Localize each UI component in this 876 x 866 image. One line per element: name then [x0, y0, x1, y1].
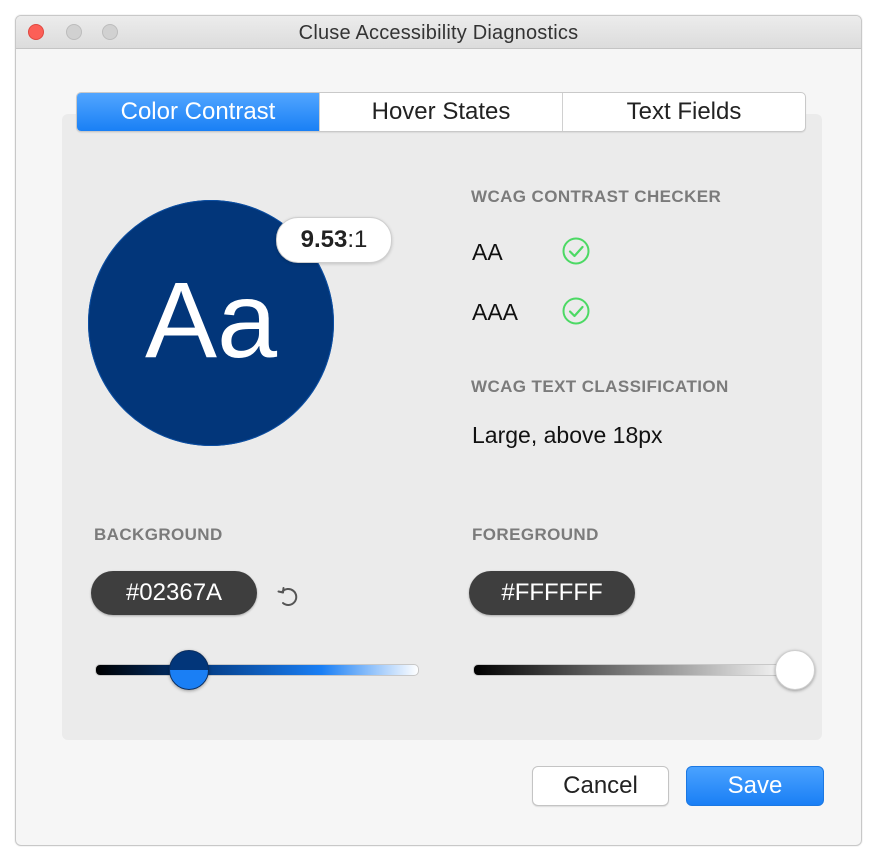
- contrast-ratio-badge: 9.53:1: [276, 217, 392, 263]
- contrast-ratio-suffix: :1: [347, 226, 368, 253]
- undo-icon[interactable]: [274, 583, 300, 609]
- level-aa-label: AA: [472, 239, 503, 265]
- background-color-slider-track[interactable]: [95, 664, 419, 676]
- title-bar: Cluse Accessibility Diagnostics: [16, 16, 861, 49]
- tab-color-contrast[interactable]: Color Contrast: [77, 93, 319, 131]
- background-hex-field[interactable]: #02367A: [91, 571, 257, 615]
- check-circle-icon: [562, 297, 590, 325]
- foreground-color-slider-track[interactable]: [473, 664, 797, 676]
- text-classification-value: Large, above 18px: [472, 422, 663, 448]
- cancel-button[interactable]: Cancel: [532, 766, 669, 806]
- level-aaa-label: AAA: [472, 299, 519, 325]
- tab-bar: Color Contrast Hover States Text Fields: [76, 92, 806, 132]
- contrast-ratio-value: 9.53: [300, 226, 348, 253]
- save-button[interactable]: Save: [686, 766, 824, 806]
- sample-text: Aa: [144, 259, 278, 380]
- check-circle-icon: [562, 237, 590, 265]
- wcag-checker-label: WCAG CONTRAST CHECKER: [471, 187, 722, 206]
- tab-hover-states[interactable]: Hover States: [319, 93, 562, 131]
- background-label: BACKGROUND: [94, 525, 223, 544]
- foreground-hex-field[interactable]: #FFFFFF: [469, 571, 635, 615]
- tab-text-fields[interactable]: Text Fields: [562, 93, 805, 131]
- window-title: Cluse Accessibility Diagnostics: [298, 22, 579, 44]
- dialog-window: Cluse Accessibility Diagnostics Color Co…: [15, 15, 862, 846]
- foreground-slider-handle[interactable]: [775, 650, 815, 690]
- foreground-label: FOREGROUND: [472, 525, 599, 544]
- text-classification-label: WCAG TEXT CLASSIFICATION: [471, 377, 729, 396]
